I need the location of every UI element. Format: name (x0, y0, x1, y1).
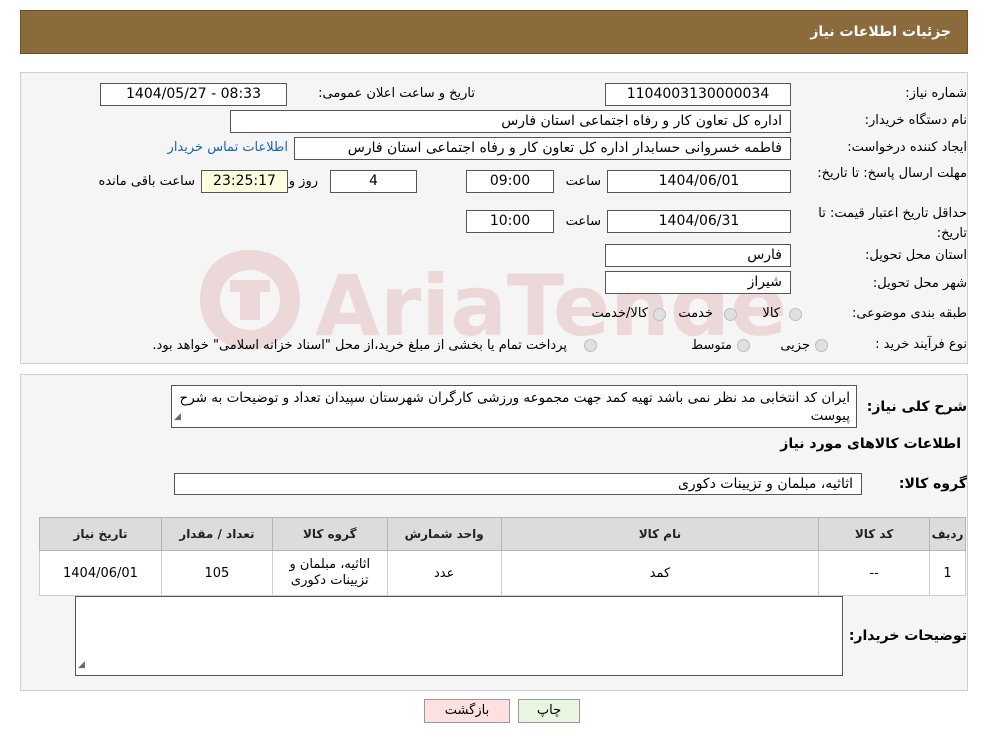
cell-need-date: 1404/06/01 (39, 550, 162, 596)
goods-group-field: اثاثیه، مبلمان و تزیینات دکوری (174, 473, 862, 495)
category-goods-service-label: کالا/خدمت (591, 306, 648, 321)
col-goods-code: کد کالا (818, 517, 931, 551)
request-creator-label: ایجاد کننده درخواست: (847, 140, 967, 155)
buyer-org-label: نام دستگاه خریدار: (864, 113, 967, 128)
remaining-days-field: 4 (330, 170, 417, 193)
treasury-payment-note: پرداخت تمام یا بخشی از مبلغ خرید،از محل … (152, 338, 567, 353)
description-label: شرح کلی نیاز: (866, 399, 967, 415)
price-validity-label: حداقل تاریخ اعتبار قیمت: تا تاریخ: (818, 206, 967, 241)
buyer-notes-textarea[interactable]: ◢ (75, 596, 843, 676)
announce-date-label: تاریخ و ساعت اعلان عمومی: (318, 86, 475, 101)
need-number-field: 1104003130000034 (605, 83, 791, 106)
col-unit: واحد شمارش (386, 517, 502, 551)
remaining-time-label: ساعت باقی مانده (98, 174, 195, 189)
resize-grip-icon[interactable]: ◢ (174, 408, 181, 426)
category-goods-radio[interactable] (789, 308, 802, 321)
deadline-label: مهلت ارسال پاسخ: تا تاریخ: (817, 166, 967, 181)
days-label: روز و (288, 174, 318, 189)
process-medium-radio[interactable] (737, 339, 750, 352)
description-text: ایران کد انتخابی مد نظر نمی باشد تهیه کم… (179, 390, 850, 424)
deadline-date-field: 1404/06/01 (607, 170, 791, 193)
process-type-label: نوع فرآیند خرید : (875, 337, 967, 352)
price-validity-time-label: ساعت (565, 214, 601, 229)
announce-date-field: 1404/05/27 - 08:33 (100, 83, 287, 106)
delivery-province-field: فارس (605, 244, 791, 267)
goods-table: ردیف کد کالا نام کالا واحد شمارش گروه کا… (39, 517, 966, 596)
remaining-time-field: 23:25:17 (201, 170, 288, 193)
treasury-note-radio[interactable] (584, 339, 597, 352)
table-header-row: ردیف کد کالا نام کالا واحد شمارش گروه کا… (39, 517, 966, 551)
category-goods-label: کالا (762, 306, 780, 321)
cell-goods-group: اثاثیه، مبلمان و تزیینات دکوری (271, 550, 388, 596)
cell-row-number: 1 (929, 550, 966, 596)
price-validity-time-field: 10:00 (466, 210, 554, 233)
col-goods-name: نام کالا (500, 517, 820, 551)
resize-grip-icon[interactable]: ◢ (78, 656, 85, 674)
cell-unit: عدد (386, 550, 502, 596)
cell-quantity: 105 (160, 550, 273, 596)
price-validity-date-field: 1404/06/31 (607, 210, 791, 233)
delivery-city-field: شیراز (605, 271, 791, 294)
need-number-label: شماره نیاز: (905, 86, 967, 101)
category-goods-service-radio[interactable] (653, 308, 666, 321)
request-creator-field: فاطمه خسروانی حسابدار اداره کل تعاون کار… (294, 137, 791, 160)
deadline-time-label: ساعت (565, 174, 601, 189)
deadline-time-field: 09:00 (466, 170, 554, 193)
category-service-label: خدمت (678, 306, 713, 321)
buyer-org-field: اداره کل تعاون کار و رفاه اجتماعی استان … (230, 110, 791, 133)
process-medium-label: متوسط (691, 338, 732, 353)
page-title: جزئیات اطلاعات نیاز (810, 24, 951, 40)
buyer-notes-label: توضیحات خریدار: (848, 628, 967, 644)
process-minor-label: جزیی (780, 338, 810, 353)
goods-section-title: اطلاعات کالاهای مورد نیاز (780, 436, 961, 452)
cell-goods-name: کمد (500, 550, 820, 596)
cell-goods-code: -- (818, 550, 931, 596)
col-row-number: ردیف (929, 517, 966, 551)
page-header: جزئیات اطلاعات نیاز (20, 10, 968, 54)
table-row: 1 -- کمد عدد اثاثیه، مبلمان و تزیینات دک… (39, 550, 966, 596)
buyer-contact-link[interactable]: اطلاعات تماس خریدار (168, 140, 288, 155)
col-need-date: تاریخ نیاز (39, 517, 162, 551)
process-minor-radio[interactable] (815, 339, 828, 352)
col-quantity: تعداد / مقدار (160, 517, 273, 551)
print-button[interactable]: چاپ (518, 699, 580, 723)
category-label: طبقه بندی موضوعی: (851, 306, 967, 321)
delivery-city-label: شهر محل تحویل: (872, 276, 967, 291)
col-goods-group: گروه کالا (271, 517, 388, 551)
category-service-radio[interactable] (724, 308, 737, 321)
delivery-province-label: استان محل تحویل: (865, 248, 967, 263)
back-button[interactable]: بازگشت (424, 699, 510, 723)
goods-group-label: گروه کالا: (898, 476, 967, 492)
description-textarea[interactable]: ایران کد انتخابی مد نظر نمی باشد تهیه کم… (171, 385, 857, 428)
